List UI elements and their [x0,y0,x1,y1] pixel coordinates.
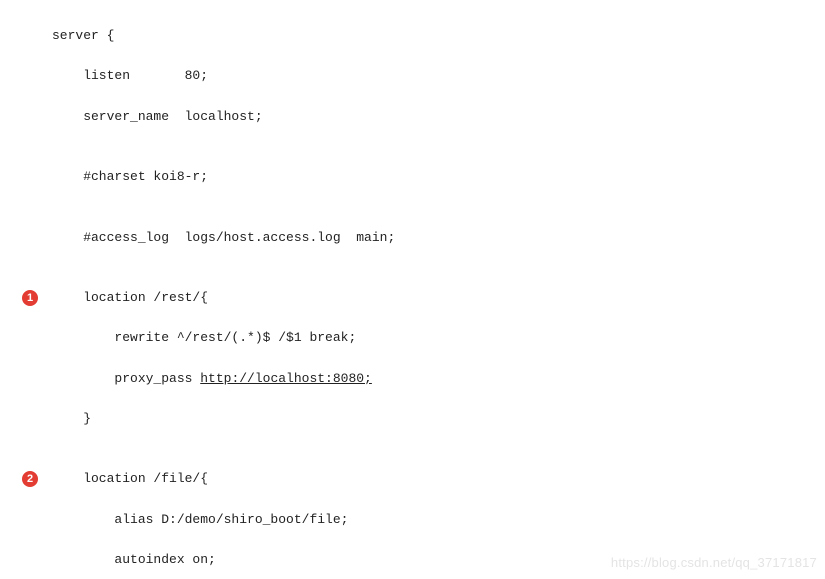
code-line: rewrite ^/rest/(.*)$ /$1 break; [0,328,825,348]
code-text: proxy_pass [52,371,200,386]
code-text: location /file/{ [52,471,208,486]
code-line: #access_log logs/host.access.log main; [0,228,825,248]
code-text: location /rest/{ [52,290,208,305]
code-line: alias D:/demo/shiro_boot/file; [0,510,825,530]
code-line: 2 location /file/{ [0,469,825,489]
code-line: 1 location /rest/{ [0,288,825,308]
code-block: server { listen 80; server_name localhos… [0,0,825,579]
code-line: server_name localhost; [0,107,825,127]
code-line: #charset koi8-r; [0,167,825,187]
callout-badge-2: 2 [22,471,38,487]
code-line: proxy_pass http://localhost:8080; [0,369,825,389]
code-line: server { [0,26,825,46]
callout-badge-1: 1 [22,290,38,306]
proxy-pass-url: http://localhost:8080; [200,371,372,386]
code-line: } [0,409,825,429]
code-line: autoindex on; [0,550,825,570]
code-line: listen 80; [0,66,825,86]
